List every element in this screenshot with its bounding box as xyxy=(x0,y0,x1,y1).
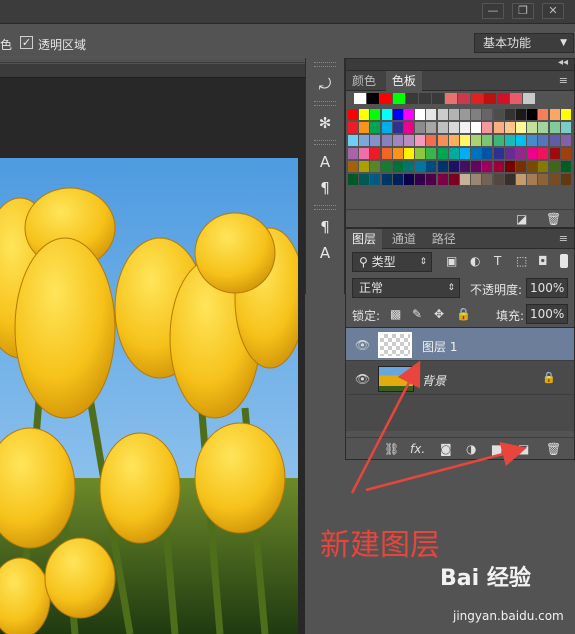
arrow-to-new-layer-button xyxy=(365,441,527,492)
annotation-arrows xyxy=(350,360,527,494)
photoshop-window: — ❐ ✕ 色 ✓ 透明区域 基本功能 ▼ ⤾ ✻ A ¶ ¶ A ◂◂ 颜色 … xyxy=(0,0,575,634)
arrow-to-layer xyxy=(350,360,421,494)
annotation-text: 新建图层 xyxy=(320,528,440,563)
watermark-logo: Bai 经验 xyxy=(440,566,531,591)
watermark-url: jingyan.baidu.com xyxy=(453,609,564,623)
